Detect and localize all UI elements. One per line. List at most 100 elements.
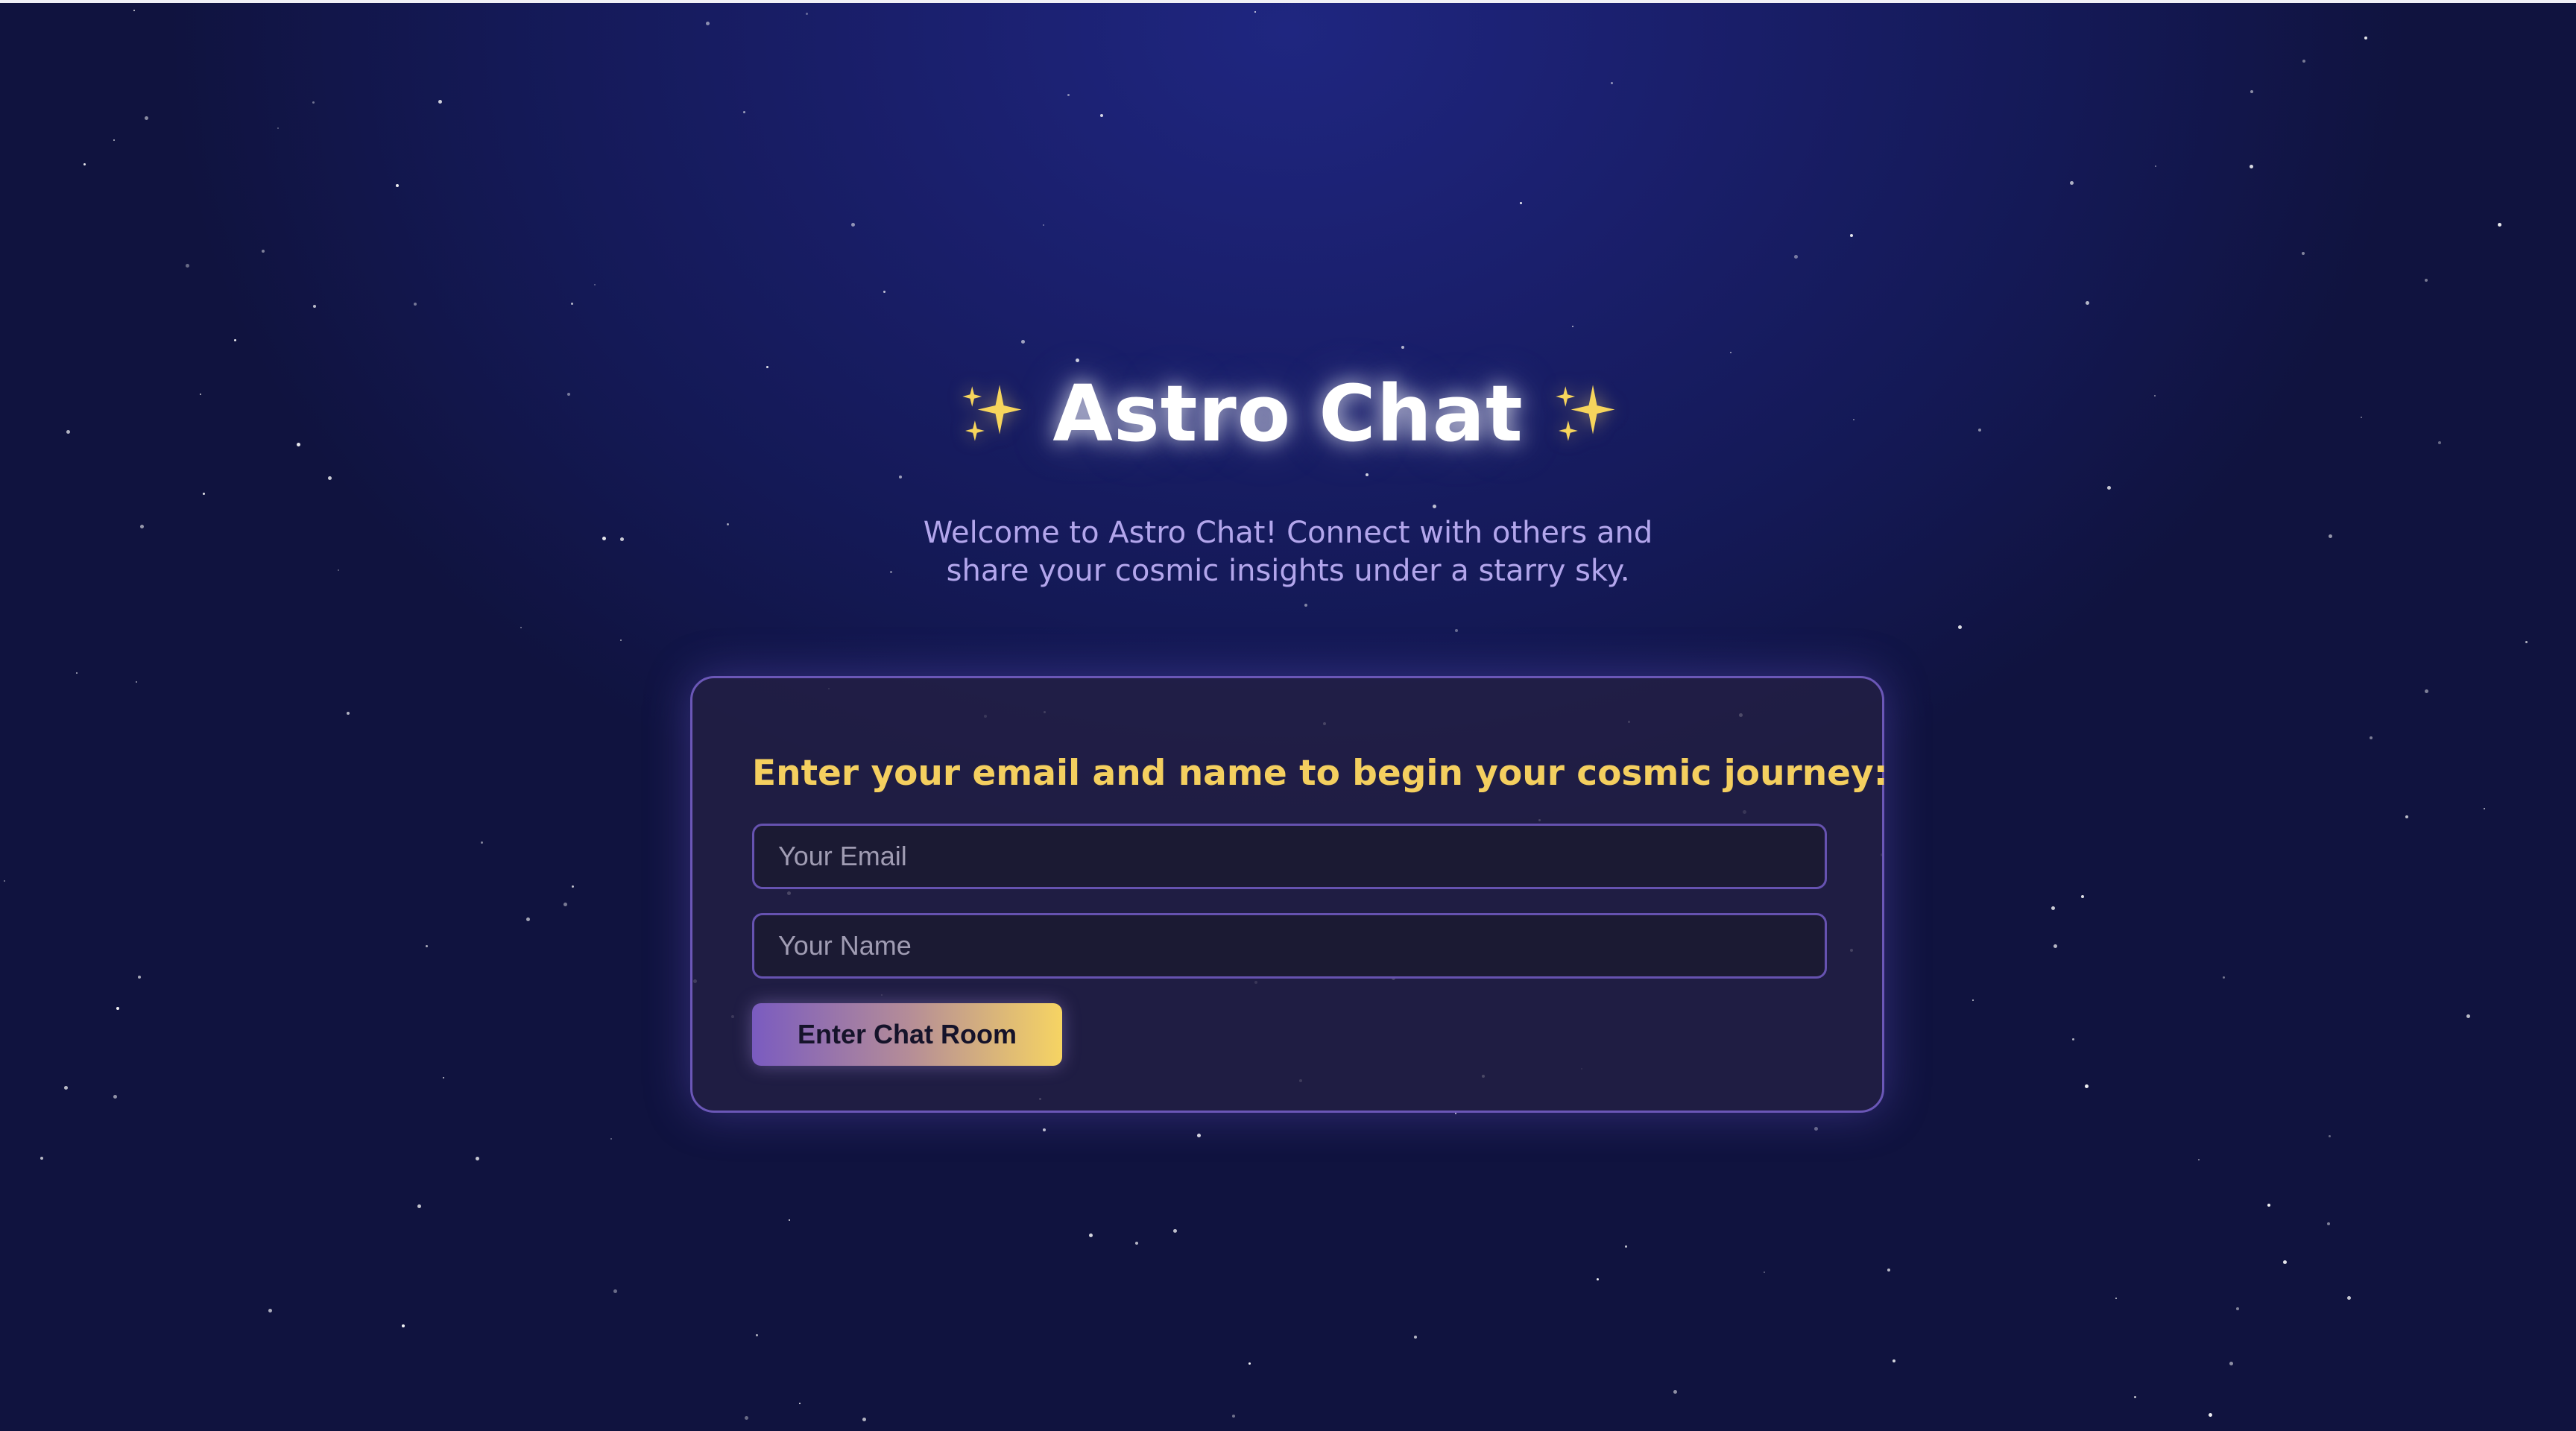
star-dot [328,476,332,480]
welcome-subtitle: Welcome to Astro Chat! Connect with othe… [923,516,1653,588]
star-dot [2484,808,2485,809]
star-dot [526,917,530,921]
star-dot [2223,976,2225,979]
star-dot [1520,202,1522,204]
star-dot [2236,1307,2239,1310]
star-dot [145,116,148,120]
star-dot [1455,1113,1456,1114]
star-dot [1850,234,1853,237]
star-dot [2525,641,2528,643]
star-dot [140,525,144,528]
star-dot [1232,1415,1235,1418]
star-dot [338,569,339,571]
star-dot [2267,1204,2270,1207]
star-dot [610,1138,612,1140]
star-dot [2134,1396,2136,1398]
star-dot [899,476,902,478]
star-dot [1021,340,1025,344]
star-dot [2250,165,2253,168]
star-dot [2155,165,2156,167]
star-dot [2229,1362,2233,1365]
star-dot [2302,60,2305,63]
star-dot [2302,252,2305,255]
star-dot [262,250,265,253]
star-dot [438,100,442,104]
star-dot [268,1309,272,1312]
email-field[interactable] [752,824,1827,889]
star-dot [2370,736,2373,739]
star-dot [1135,1242,1138,1245]
star-dot [76,672,78,674]
star-dot [2070,181,2074,185]
star-dot [756,1334,758,1336]
star-dot [4,880,5,882]
star-dot [602,537,606,540]
star-dot [1433,505,1436,508]
star-dot [743,111,745,113]
star-dot [2466,1014,2470,1018]
star-dot [347,712,350,715]
star-dot [1673,1390,1677,1394]
star-dot [136,681,137,683]
star-dot [1972,999,1974,1001]
star-dot [1089,1233,1093,1237]
star-dot [2198,1159,2200,1160]
star-dot [806,13,808,15]
star-dot [620,537,624,541]
star-dot [2329,1135,2331,1137]
star-dot [1414,1336,1417,1339]
star-dot [1067,94,1070,96]
sparkles-icon [957,379,1026,448]
star-dot [396,184,399,187]
star-dot [277,127,279,129]
star-dot [2329,534,2332,538]
star-dot [40,1157,43,1160]
star-dot [414,303,417,306]
star-dot [1043,1128,1046,1131]
star-dot [2086,301,2089,305]
star-dot [620,639,622,641]
star-dot [1100,114,1103,117]
star-dot [890,571,892,573]
name-field[interactable] [752,913,1827,979]
star-dot [2347,1296,2351,1300]
star-dot [2107,486,2111,490]
star-dot [851,223,855,227]
star-dot [1043,224,1044,226]
star-dot [426,945,428,947]
star-dot [745,1416,748,1420]
star-dot [1304,604,1307,607]
star-dot [2425,689,2428,693]
star-dot [313,305,316,308]
star-dot [2209,1413,2212,1417]
star-dot [138,976,141,979]
login-heading: Enter your email and name to begin your … [752,753,1888,794]
sparkles-icon [1550,379,1619,448]
star-dot [2327,1222,2330,1225]
star-dot [2081,895,2084,898]
star-dot [2425,279,2428,282]
star-dot [1794,255,1798,259]
star-dot [1248,1362,1251,1365]
star-dot [883,291,886,293]
star-dot [1814,1127,1818,1131]
star-dot [1597,1278,1599,1280]
star-dot [2405,815,2408,818]
star-dot [2250,90,2253,93]
star-dot [64,1086,68,1090]
app-title: Astro Chat [0,354,2576,473]
star-dot [789,1219,790,1221]
enter-chat-room-button[interactable]: Enter Chat Room [752,1003,1062,1066]
star-dot [417,1204,421,1208]
star-dot [564,903,567,906]
star-dot [1958,625,1962,629]
star-dot [203,493,205,495]
star-dot [1173,1229,1177,1233]
star-dot [571,303,573,305]
star-dot [2364,37,2367,40]
star-dot [1197,1134,1201,1137]
star-dot [2085,1084,2089,1088]
star-dot [481,841,483,844]
star-dot [727,523,729,525]
star-dot [1892,1359,1895,1362]
